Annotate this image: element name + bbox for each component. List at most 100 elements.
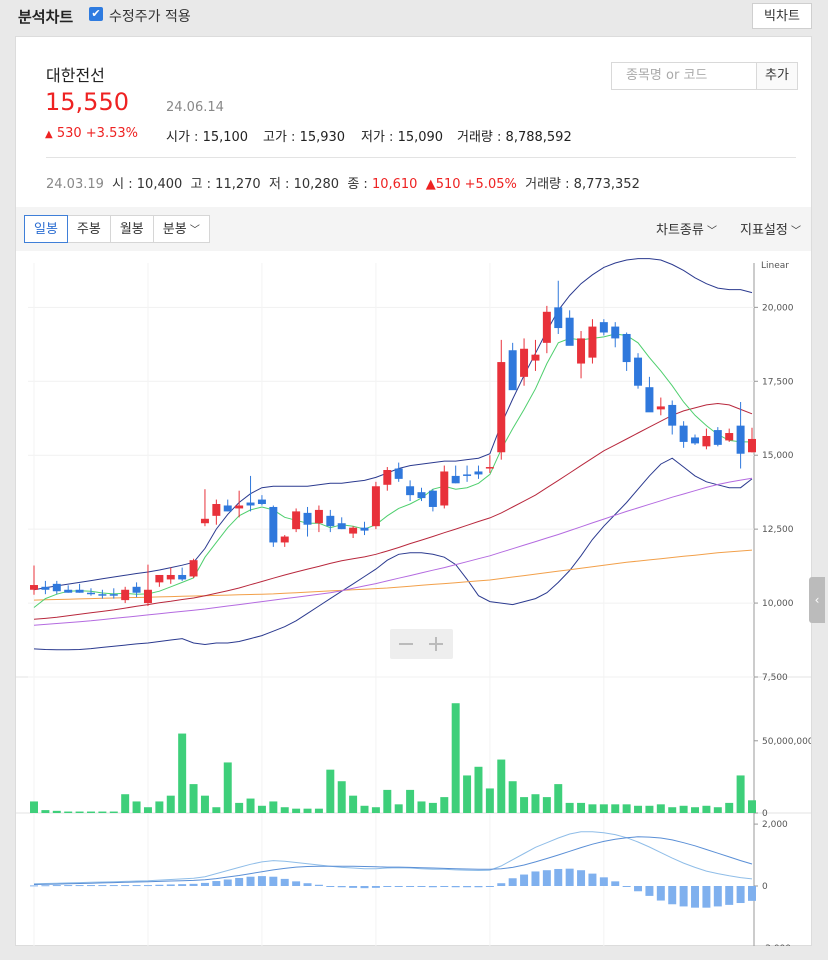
chart-type-dropdown[interactable]: 차트종류 ﹀ — [656, 219, 717, 238]
stock-chart[interactable]: Linear 20,000 17,500 15,000 12,500 10,000 7,5… — [16, 251, 811, 946]
macd-histogram-bar — [41, 885, 50, 887]
macd-histogram-bar — [223, 879, 232, 886]
tab-monthly[interactable]: 월봉 — [109, 215, 154, 243]
candle-body — [474, 471, 483, 475]
candle-body — [143, 589, 152, 604]
volume-bar — [132, 801, 141, 813]
macd-histogram-bar — [463, 886, 472, 888]
candle-body — [41, 586, 50, 590]
ma20-line — [33, 402, 753, 620]
macd-line — [33, 831, 753, 885]
candle-body — [554, 307, 563, 329]
candle-body — [280, 536, 289, 543]
tab-minute[interactable]: 분봉 ﹀ — [152, 215, 210, 243]
volume-bar — [611, 804, 620, 813]
volume-bar — [75, 811, 84, 813]
candle-body — [440, 471, 449, 506]
macd-histogram-bar — [508, 878, 517, 886]
macd-histogram-bar — [326, 886, 335, 887]
volume-bar — [292, 808, 301, 813]
candle-body — [463, 474, 472, 476]
chart-type-label: 차트종류 — [656, 223, 704, 238]
candle-body — [634, 357, 643, 386]
compare-open-label: 시 — [112, 177, 125, 192]
volume-bar — [622, 804, 631, 813]
volume-bar — [406, 789, 415, 813]
candle-body — [64, 589, 73, 593]
macd-histogram-bar — [691, 886, 700, 908]
volume-bar — [542, 797, 551, 813]
scale-label: Linear — [761, 261, 789, 271]
volume-bar — [212, 807, 221, 813]
volume-bar — [98, 811, 107, 813]
indicator-label: 지표설정 — [740, 223, 788, 238]
candle-body — [531, 354, 540, 361]
macd-histogram-bar — [679, 886, 688, 907]
macd-histogram-bar — [428, 886, 437, 888]
volume-bar — [200, 795, 209, 813]
candle-body — [417, 492, 426, 499]
candle-body — [132, 586, 141, 593]
candle-body — [178, 574, 187, 580]
stock-name: 대한전선 — [46, 66, 105, 85]
volume-bar — [417, 801, 426, 813]
candle-body — [428, 490, 437, 507]
volume-bar — [383, 789, 392, 813]
open-value: 15,100 — [202, 130, 249, 145]
macd-histogram-bar — [520, 874, 529, 886]
tab-daily[interactable]: 일봉 — [24, 215, 68, 243]
macd-histogram-bar — [383, 886, 392, 887]
volume-bar — [725, 802, 734, 813]
volume-bar — [463, 775, 472, 813]
current-price: 15,550 — [45, 88, 129, 116]
candle-body — [166, 574, 175, 580]
candle-body — [645, 387, 654, 413]
candle-body — [86, 592, 95, 595]
volume-label: 거래량 — [457, 130, 493, 145]
chart-panel: 대한전선 15,550 24.06.14 ▲ 530 +3.53% 시가 : 1… — [15, 36, 812, 946]
macd-histogram-bar — [485, 886, 494, 887]
macd-tick-label: -2,000 — [762, 944, 791, 946]
compare-close: 10,610 — [371, 177, 418, 192]
macd-histogram-bar — [360, 886, 369, 889]
volume-bar — [394, 804, 403, 813]
candle-body — [497, 362, 506, 453]
macd-histogram-bar — [474, 886, 483, 888]
add-button[interactable]: 추가 — [756, 62, 798, 90]
candle-body — [736, 425, 745, 454]
candle-body — [200, 518, 209, 524]
macd-histogram-bar — [440, 886, 449, 887]
search-input[interactable]: 종목명 or 코드 — [611, 62, 757, 90]
macd-histogram-bar — [531, 871, 540, 886]
macd-histogram-bar — [75, 885, 84, 887]
volume-bar — [645, 805, 654, 813]
chart-toolbar: 일봉 주봉 월봉 분봉 ﹀ 차트종류 ﹀ 지표설정 ﹀ — [16, 207, 811, 251]
adjusted-price-label[interactable]: 수정주가 적용 — [109, 6, 191, 26]
collapse-handle[interactable]: ‹ — [809, 577, 825, 623]
macd-histogram-bar — [497, 883, 506, 886]
macd-histogram-bar — [634, 886, 643, 892]
candle-body — [326, 515, 335, 527]
candle-body — [691, 437, 700, 444]
candle-body — [155, 574, 164, 583]
chevron-down-icon: ﹀ — [703, 226, 718, 237]
macd-histogram-bar — [235, 877, 244, 886]
macd-histogram-bar — [417, 886, 426, 887]
volume-bar — [520, 797, 529, 813]
big-chart-button[interactable]: 빅차트 — [752, 3, 812, 29]
macd-histogram-bar — [588, 873, 597, 886]
y-tick-label: 7,500 — [762, 673, 788, 683]
candle-body — [121, 589, 130, 601]
candle-body — [314, 509, 323, 524]
macd-histogram-bar — [736, 886, 745, 904]
macd-histogram-bar — [565, 868, 574, 886]
volume-bar — [691, 807, 700, 813]
candle-body — [599, 322, 608, 333]
adjusted-price-checkbox[interactable]: ✔ — [89, 7, 103, 21]
candle-body — [508, 350, 517, 391]
volume-bar — [86, 811, 95, 813]
tab-weekly[interactable]: 주봉 — [66, 215, 111, 243]
volume-bar — [748, 800, 756, 813]
indicator-dropdown[interactable]: 지표설정 ﹀ — [740, 219, 801, 238]
candle-body — [269, 506, 278, 543]
